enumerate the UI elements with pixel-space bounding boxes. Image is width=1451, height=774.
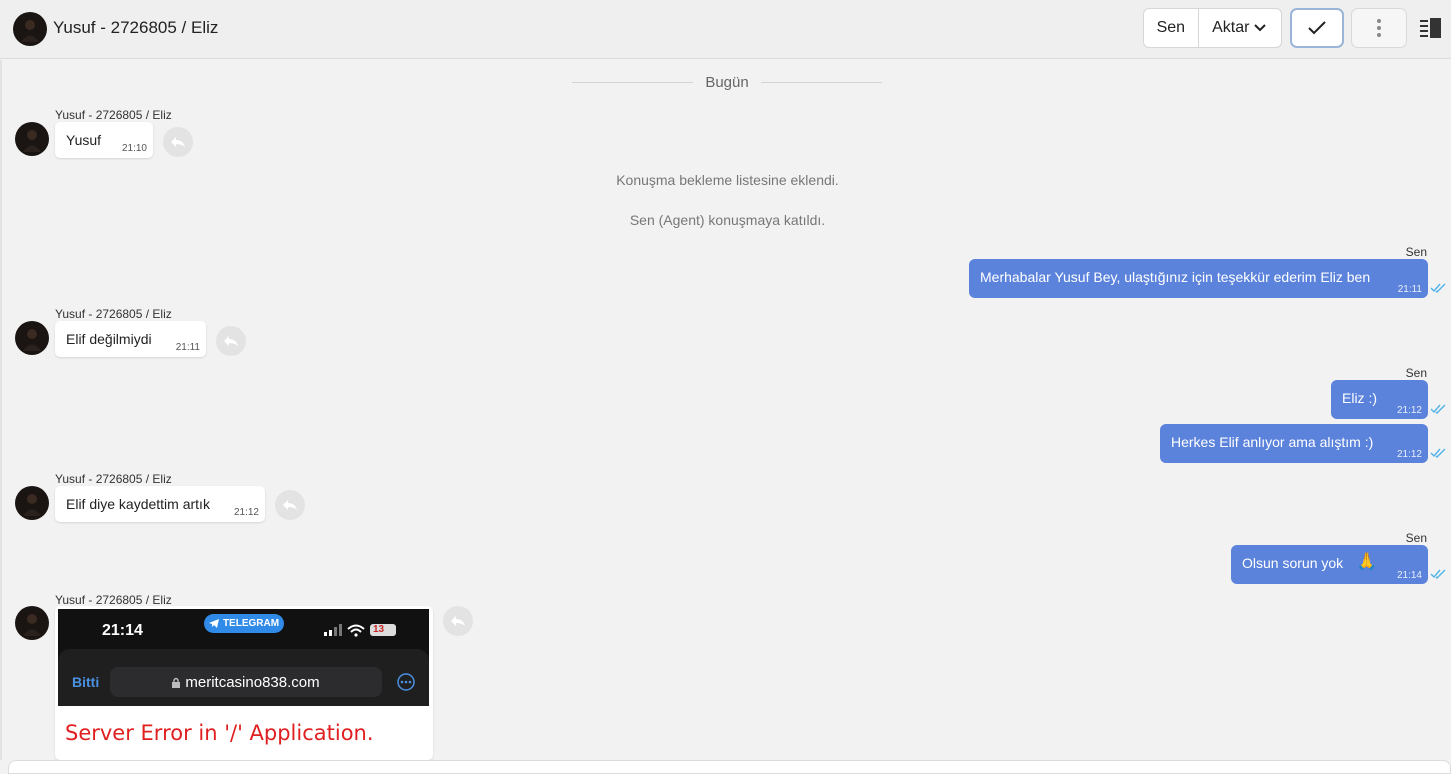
transfer-dropdown[interactable]: Aktar bbox=[1199, 9, 1281, 47]
incoming-message: Elif diye kaydettim artık 21:12 bbox=[55, 486, 265, 522]
lock-icon bbox=[172, 677, 181, 688]
reply-icon bbox=[451, 616, 465, 626]
chevron-down-icon bbox=[1254, 24, 1267, 32]
message-sender-name: Yusuf - 2726805 / Eliz bbox=[55, 108, 172, 122]
message-time: 21:12 bbox=[233, 507, 259, 518]
reply-button[interactable] bbox=[216, 326, 246, 356]
message-time: 21:11 bbox=[1397, 284, 1422, 295]
more-options-button[interactable] bbox=[1351, 8, 1407, 48]
reply-button[interactable] bbox=[443, 606, 473, 636]
message-text: Olsun sorun yok bbox=[1242, 555, 1344, 571]
incoming-message: Elif değilmiydi 21:11 bbox=[55, 321, 206, 357]
agent-label: Sen bbox=[1405, 366, 1427, 380]
chat-header: Yusuf - 2726805 / Eliz Sen Aktar bbox=[0, 0, 1451, 59]
message-sender-name: Yusuf - 2726805 / Eliz bbox=[55, 593, 172, 607]
phone-clock: 21:14 bbox=[102, 622, 143, 639]
phone-status-icons bbox=[324, 624, 396, 637]
url-bar: meritcasino838.com bbox=[110, 667, 382, 697]
message-sender-name: Yusuf - 2726805 / Eliz bbox=[55, 472, 172, 486]
battery-level: 13 bbox=[373, 624, 385, 635]
contact-avatar bbox=[15, 321, 49, 355]
message-text: Herkes Elif anlıyor ama alıştım :) bbox=[1171, 434, 1374, 450]
reply-button[interactable] bbox=[275, 490, 305, 520]
image-message[interactable]: 21:14 TELEGRAM 13 Bitti meritcasino838.c… bbox=[55, 606, 433, 760]
outgoing-message: Olsun sorun yok 🙏 21:14 bbox=[1231, 545, 1428, 584]
reply-icon bbox=[283, 500, 297, 510]
read-receipt-icon bbox=[1430, 569, 1446, 579]
assign-to-me-button[interactable]: Sen bbox=[1144, 9, 1199, 47]
message-time: 21:10 bbox=[121, 143, 147, 154]
message-time: 21:14 bbox=[1396, 570, 1422, 581]
telegram-icon bbox=[208, 619, 219, 628]
conversation-title: Yusuf - 2726805 / Eliz bbox=[53, 18, 219, 37]
date-divider: Bugün bbox=[572, 74, 882, 91]
reply-icon bbox=[224, 336, 238, 346]
outgoing-message: Herkes Elif anlıyor ama alıştım :) 21:12 bbox=[1160, 424, 1428, 463]
server-error-text: Server Error in '/' Application. bbox=[65, 721, 374, 745]
check-icon bbox=[1308, 21, 1326, 35]
agent-label: Sen bbox=[1405, 531, 1427, 545]
agent-label: Sen bbox=[1405, 245, 1427, 259]
message-list[interactable]: Bugün Yusuf - 2726805 / Eliz Yusuf 21:10… bbox=[0, 60, 1451, 760]
message-text: Elif değilmiydi bbox=[66, 331, 152, 347]
message-text: Yusuf bbox=[66, 132, 102, 148]
message-composer[interactable] bbox=[8, 760, 1451, 774]
contact-avatar bbox=[15, 122, 49, 156]
message-text: Elif diye kaydettim artık bbox=[66, 496, 210, 512]
screenshot-attachment: 21:14 TELEGRAM 13 Bitti meritcasino838.c… bbox=[58, 609, 429, 757]
transfer-label: Aktar bbox=[1212, 19, 1250, 36]
message-time: 21:12 bbox=[1396, 405, 1422, 416]
read-receipt-icon bbox=[1430, 404, 1446, 414]
system-message: Konuşma bekleme listesine eklendi. bbox=[616, 172, 839, 188]
side-panel-icon[interactable] bbox=[1419, 18, 1441, 38]
telegram-badge: TELEGRAM bbox=[204, 614, 284, 633]
message-time: 21:12 bbox=[1396, 449, 1422, 460]
contact-avatar bbox=[15, 486, 49, 520]
reply-icon bbox=[171, 137, 185, 147]
outgoing-message: Merhabalar Yusuf Bey, ulaştığınız için t… bbox=[969, 259, 1428, 298]
contact-avatar bbox=[15, 606, 49, 640]
reply-button[interactable] bbox=[163, 127, 193, 157]
resolve-button[interactable] bbox=[1290, 8, 1344, 48]
vertical-dots-icon bbox=[1377, 19, 1381, 37]
contact-avatar[interactable] bbox=[13, 12, 47, 46]
system-message: Sen (Agent) konuşmaya katıldı. bbox=[629, 212, 826, 228]
read-receipt-icon bbox=[1430, 283, 1446, 293]
read-receipt-icon bbox=[1430, 448, 1446, 458]
message-text: Merhabalar Yusuf Bey, ulaştığınız için t… bbox=[980, 269, 1371, 285]
incoming-message: Yusuf 21:10 bbox=[55, 122, 153, 158]
pray-emoji-icon: 🙏 bbox=[1356, 552, 1378, 571]
message-sender-name: Yusuf - 2726805 / Eliz bbox=[55, 307, 172, 321]
message-time: 21:11 bbox=[175, 342, 200, 353]
message-text: Eliz :) bbox=[1342, 390, 1377, 406]
assignment-button-group: Sen Aktar bbox=[1143, 8, 1282, 48]
done-label: Bitti bbox=[72, 674, 100, 690]
outgoing-message: Eliz :) 21:12 bbox=[1331, 380, 1428, 419]
ellipsis-circle-icon bbox=[397, 673, 415, 691]
